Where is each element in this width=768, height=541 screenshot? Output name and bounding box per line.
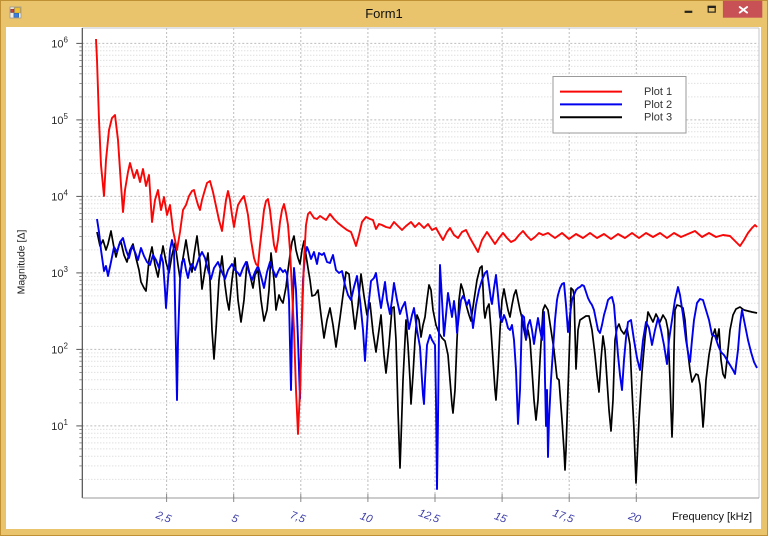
svg-text:2: 2	[64, 341, 69, 350]
svg-text:Plot 2: Plot 2	[644, 99, 672, 111]
svg-text:Form1: Form1	[365, 6, 403, 21]
svg-text:Magnitude [Δ]: Magnitude [Δ]	[16, 230, 28, 295]
svg-text:10: 10	[51, 344, 63, 356]
svg-text:Frequency [kHz]: Frequency [kHz]	[672, 511, 752, 523]
svg-text:10: 10	[51, 191, 63, 203]
svg-text:4: 4	[64, 188, 69, 197]
svg-text:Plot 1: Plot 1	[644, 86, 672, 98]
svg-text:10: 10	[51, 268, 63, 280]
svg-text:10: 10	[51, 115, 63, 127]
svg-text:10: 10	[51, 421, 63, 433]
svg-text:6: 6	[64, 35, 69, 44]
svg-text:10: 10	[51, 38, 63, 50]
svg-text:3: 3	[64, 265, 69, 274]
svg-text:1: 1	[64, 418, 69, 427]
svg-text:Plot 3: Plot 3	[644, 112, 672, 124]
svg-text:5: 5	[64, 112, 69, 121]
